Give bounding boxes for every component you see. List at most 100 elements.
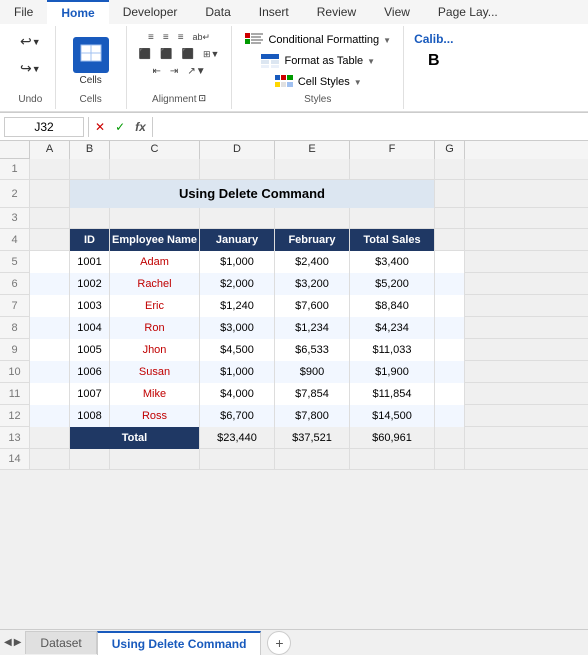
tab-home[interactable]: Home — [47, 0, 108, 24]
cell-name-11[interactable]: Mike — [110, 383, 200, 405]
col-header-d[interactable]: D — [200, 141, 275, 159]
format-as-table-button[interactable]: Format as Table ▼ — [256, 51, 379, 71]
total-label[interactable]: Total — [70, 427, 200, 449]
sheet-tab-dataset[interactable]: Dataset — [25, 631, 96, 654]
cell-b3[interactable] — [70, 208, 110, 228]
wrap-text-button[interactable]: ab↵ — [189, 30, 215, 45]
cell-name-5[interactable]: Adam — [110, 251, 200, 273]
cell-a11[interactable] — [30, 383, 70, 405]
cell-a5[interactable] — [30, 251, 70, 273]
header-name[interactable]: Employee Name — [110, 229, 200, 251]
cell-feb-5[interactable]: $2,400 — [275, 251, 350, 273]
cell-a12[interactable] — [30, 405, 70, 427]
tab-data[interactable]: Data — [191, 0, 244, 24]
cell-b1[interactable] — [70, 159, 110, 179]
cell-a1[interactable] — [30, 159, 70, 179]
add-sheet-button[interactable]: + — [267, 631, 291, 655]
cell-f3[interactable] — [350, 208, 435, 228]
col-header-e[interactable]: E — [275, 141, 350, 159]
cell-name-12[interactable]: Ross — [110, 405, 200, 427]
cell-id-5[interactable]: 1001 — [70, 251, 110, 273]
cell-g1[interactable] — [435, 159, 465, 179]
total-february[interactable]: $37,521 — [275, 427, 350, 449]
cell-g12[interactable] — [435, 405, 465, 427]
cell-total-6[interactable]: $5,200 — [350, 273, 435, 295]
cell-id-7[interactable]: 1003 — [70, 295, 110, 317]
font-name[interactable]: Calib... — [412, 30, 455, 48]
tab-review[interactable]: Review — [303, 0, 370, 24]
cell-name-9[interactable]: Jhon — [110, 339, 200, 361]
cell-jan-12[interactable]: $6,700 — [200, 405, 275, 427]
cell-a2[interactable] — [30, 180, 70, 208]
cells-button[interactable]: Cells — [64, 32, 118, 91]
cell-jan-9[interactable]: $4,500 — [200, 339, 275, 361]
tab-developer[interactable]: Developer — [109, 0, 192, 24]
cell-id-9[interactable]: 1005 — [70, 339, 110, 361]
col-header-b[interactable]: B — [70, 141, 110, 159]
cell-jan-10[interactable]: $1,000 — [200, 361, 275, 383]
undo-button[interactable]: ↩▼ — [14, 30, 47, 53]
tab-insert[interactable]: Insert — [245, 0, 303, 24]
align-right-button[interactable]: ⬛ — [178, 47, 198, 62]
cell-g14[interactable] — [435, 449, 465, 469]
cell-name-7[interactable]: Eric — [110, 295, 200, 317]
confirm-formula-icon[interactable]: ✓ — [113, 120, 127, 134]
cell-b14[interactable] — [70, 449, 110, 469]
align-top-left-button[interactable]: ≡ — [144, 30, 158, 45]
cell-total-8[interactable]: $4,234 — [350, 317, 435, 339]
cell-a7[interactable] — [30, 295, 70, 317]
alignment-expand-icon[interactable]: ⊡ — [199, 93, 207, 104]
cell-a6[interactable] — [30, 273, 70, 295]
cell-name-6[interactable]: Rachel — [110, 273, 200, 295]
align-top-right-button[interactable]: ≡ — [174, 30, 188, 45]
cell-g4[interactable] — [435, 229, 465, 251]
orientation-button[interactable]: ↗▼ — [183, 64, 209, 79]
header-total-sales[interactable]: Total Sales — [350, 229, 435, 251]
cell-a4[interactable] — [30, 229, 70, 251]
name-box[interactable] — [4, 117, 84, 137]
cell-styles-button[interactable]: Cell Styles ▼ — [270, 72, 366, 92]
cell-g7[interactable] — [435, 295, 465, 317]
cell-total-9[interactable]: $11,033 — [350, 339, 435, 361]
col-header-g[interactable]: G — [435, 141, 465, 159]
cell-id-11[interactable]: 1007 — [70, 383, 110, 405]
cell-c1[interactable] — [110, 159, 200, 179]
insert-function-icon[interactable]: fx — [133, 120, 148, 134]
col-header-a[interactable]: A — [30, 141, 70, 159]
cell-jan-5[interactable]: $1,000 — [200, 251, 275, 273]
cell-a3[interactable] — [30, 208, 70, 228]
cell-feb-9[interactable]: $6,533 — [275, 339, 350, 361]
cell-g11[interactable] — [435, 383, 465, 405]
cell-g10[interactable] — [435, 361, 465, 383]
header-id[interactable]: ID — [70, 229, 110, 251]
cell-total-12[interactable]: $14,500 — [350, 405, 435, 427]
col-header-c[interactable]: C — [110, 141, 200, 159]
cell-a10[interactable] — [30, 361, 70, 383]
cell-f1[interactable] — [350, 159, 435, 179]
title-cell[interactable]: Using Delete Command — [70, 180, 435, 208]
cell-jan-6[interactable]: $2,000 — [200, 273, 275, 295]
cell-total-11[interactable]: $11,854 — [350, 383, 435, 405]
cell-e1[interactable] — [275, 159, 350, 179]
cell-g3[interactable] — [435, 208, 465, 228]
formula-input[interactable] — [157, 118, 584, 136]
header-january[interactable]: January — [200, 229, 275, 251]
redo-button[interactable]: ↪▼ — [14, 57, 47, 80]
increase-indent-button[interactable]: ⇥ — [166, 64, 182, 79]
scroll-left-icon[interactable]: ◀ — [4, 637, 12, 648]
decrease-indent-button[interactable]: ⇤ — [149, 64, 165, 79]
cell-g9[interactable] — [435, 339, 465, 361]
cell-feb-6[interactable]: $3,200 — [275, 273, 350, 295]
cell-id-12[interactable]: 1008 — [70, 405, 110, 427]
tab-page-layout[interactable]: Page Lay... — [424, 0, 512, 24]
cell-g8[interactable] — [435, 317, 465, 339]
cell-d14[interactable] — [200, 449, 275, 469]
cell-c3[interactable] — [110, 208, 200, 228]
cell-name-10[interactable]: Susan — [110, 361, 200, 383]
cell-a9[interactable] — [30, 339, 70, 361]
cell-a14[interactable] — [30, 449, 70, 469]
cell-id-6[interactable]: 1002 — [70, 273, 110, 295]
cell-jan-7[interactable]: $1,240 — [200, 295, 275, 317]
cell-g2[interactable] — [435, 180, 465, 208]
align-top-center-button[interactable]: ≡ — [159, 30, 173, 45]
